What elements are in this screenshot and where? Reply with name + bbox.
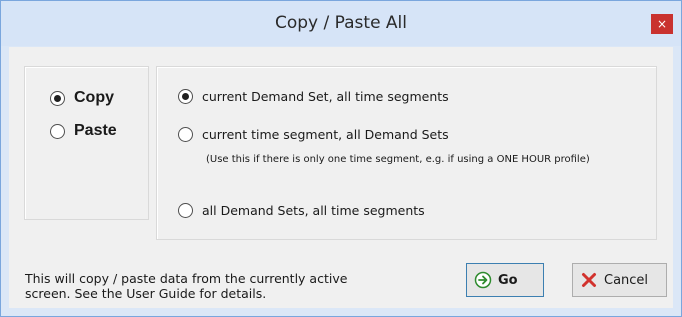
go-label: Go bbox=[498, 272, 518, 288]
title-bar[interactable]: Copy / Paste All × bbox=[1, 1, 681, 46]
paste-radio-button[interactable] bbox=[50, 123, 65, 139]
close-button[interactable]: × bbox=[651, 14, 673, 34]
scope-option-all-demand-sets[interactable]: all Demand Sets, all time segments bbox=[178, 203, 425, 218]
close-icon: × bbox=[656, 17, 668, 31]
scope-note: (Use this if there is only one time segm… bbox=[206, 154, 590, 165]
copy-label: Copy bbox=[74, 89, 114, 106]
go-button[interactable]: Go bbox=[466, 263, 544, 297]
scope-option-current-time-segment[interactable]: current time segment, all Demand Sets bbox=[178, 127, 449, 142]
paste-radio-option[interactable]: Paste bbox=[50, 122, 117, 140]
cancel-button[interactable]: Cancel bbox=[572, 263, 667, 297]
scope-option-label: current time segment, all Demand Sets bbox=[202, 127, 449, 142]
scope-radio-button[interactable] bbox=[178, 127, 193, 142]
dialog-title: Copy / Paste All bbox=[274, 13, 408, 33]
paste-label: Paste bbox=[74, 122, 117, 139]
scope-option-label: all Demand Sets, all time segments bbox=[202, 203, 425, 218]
scope-option-label: current Demand Set, all time segments bbox=[202, 89, 449, 104]
scope-group: current Demand Set, all time segments cu… bbox=[156, 66, 657, 240]
cancel-label: Cancel bbox=[604, 272, 649, 288]
info-text-line: screen. See the User Guide for details. bbox=[25, 286, 267, 301]
info-text: This will copy / paste data from the cur… bbox=[25, 271, 385, 301]
arrow-right-circle-icon bbox=[474, 271, 492, 289]
copy-radio-option[interactable]: Copy bbox=[50, 89, 114, 107]
dialog-body: Copy Paste current Demand Set, all time … bbox=[9, 47, 673, 308]
x-icon bbox=[582, 273, 596, 287]
copy-radio-button[interactable] bbox=[50, 90, 65, 106]
scope-option-current-demand-set[interactable]: current Demand Set, all time segments bbox=[178, 89, 449, 104]
mode-group: Copy Paste bbox=[24, 66, 149, 220]
scope-radio-button[interactable] bbox=[178, 89, 193, 104]
info-text-line: This will copy / paste data from the cur… bbox=[25, 271, 348, 286]
copy-paste-dialog: Copy / Paste All × Copy Paste current De… bbox=[0, 0, 682, 317]
scope-radio-button[interactable] bbox=[178, 203, 193, 218]
